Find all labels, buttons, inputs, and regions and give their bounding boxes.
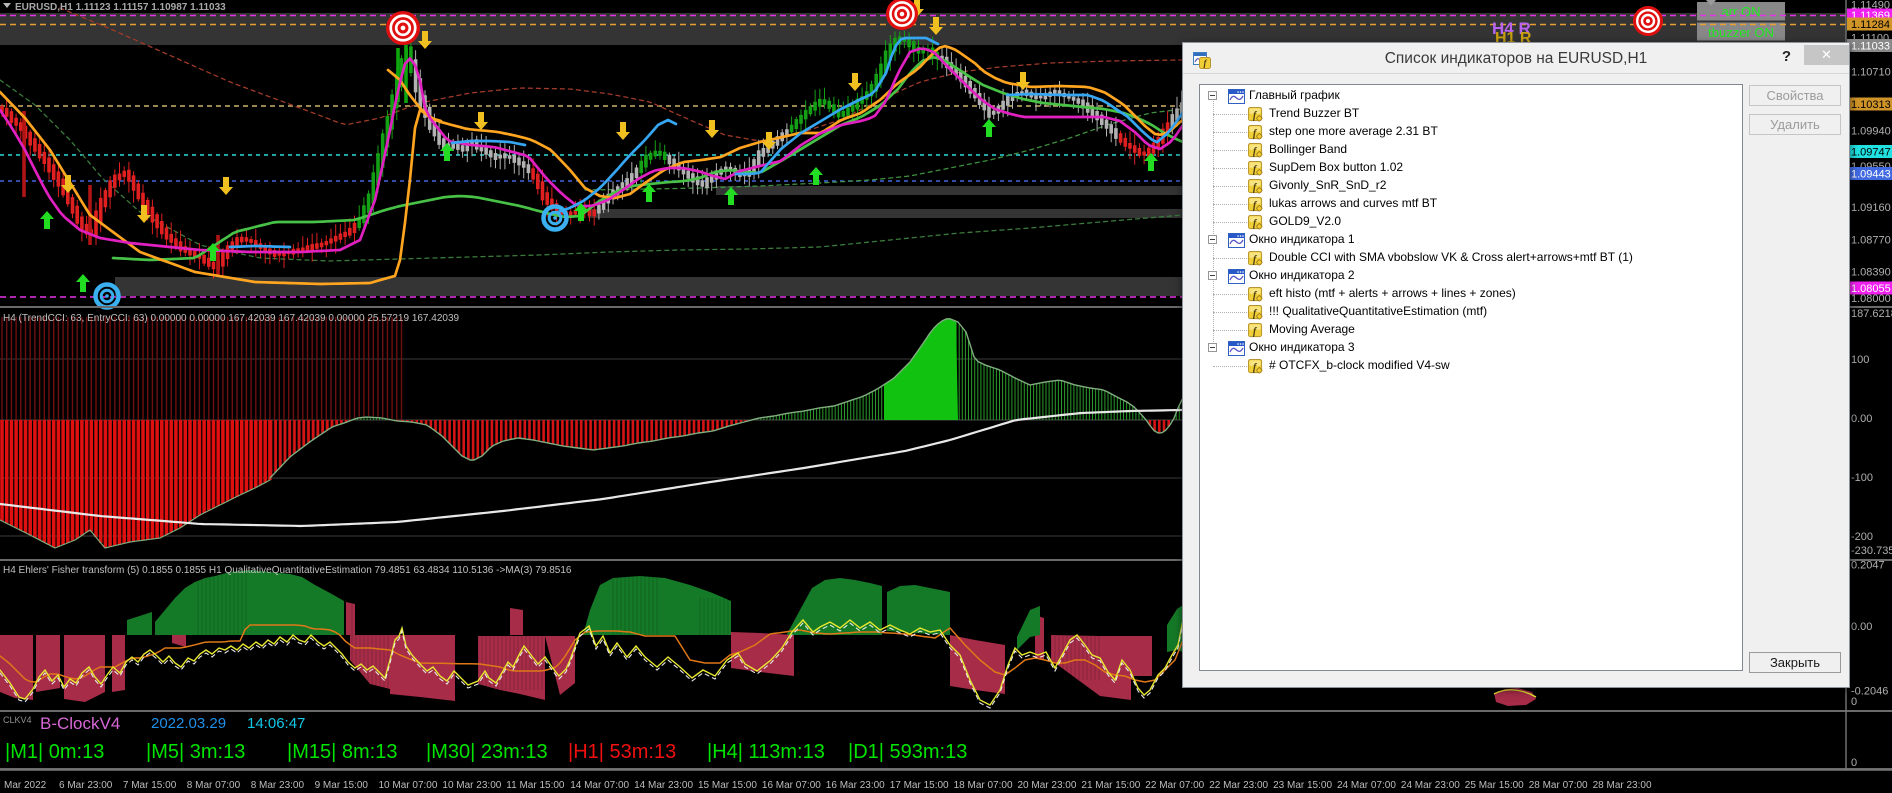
svg-text:0.2047: 0.2047 bbox=[1851, 560, 1885, 572]
svg-text:-100: -100 bbox=[1851, 472, 1873, 484]
svg-text:2022.03.29: 2022.03.29 bbox=[151, 715, 226, 732]
svg-text:23 Mar 15:00: 23 Mar 15:00 bbox=[1273, 780, 1332, 791]
svg-text:H4 Ehlers' Fisher transform (5: H4 Ehlers' Fisher transform (5) 0.1855 0… bbox=[3, 565, 572, 576]
svg-text:8 Mar 23:00: 8 Mar 23:00 bbox=[251, 780, 305, 791]
svg-text:20 Mar 23:00: 20 Mar 23:00 bbox=[1018, 780, 1077, 791]
svg-text:24 Mar 07:00: 24 Mar 07:00 bbox=[1337, 780, 1396, 791]
svg-text:10 Mar 23:00: 10 Mar 23:00 bbox=[442, 780, 501, 791]
svg-text:7 Mar 15:00: 7 Mar 15:00 bbox=[123, 780, 177, 791]
svg-text:21 Mar 15:00: 21 Mar 15:00 bbox=[1081, 780, 1140, 791]
svg-text:|M15| 8m:13: |M15| 8m:13 bbox=[287, 741, 397, 763]
svg-text:arr ON: arr ON bbox=[1722, 4, 1761, 19]
svg-text:22 Mar 23:00: 22 Mar 23:00 bbox=[1209, 780, 1268, 791]
svg-text:1.09747: 1.09747 bbox=[1851, 147, 1891, 159]
svg-text:H4 (TrendCCI: 63, EntryCCI: 63: H4 (TrendCCI: 63, EntryCCI: 63) 0.00000 … bbox=[3, 313, 460, 324]
svg-text:14:06:47: 14:06:47 bbox=[247, 715, 305, 732]
svg-text:9 Mar 15:00: 9 Mar 15:00 bbox=[315, 780, 369, 791]
svg-text:15 Mar 15:00: 15 Mar 15:00 bbox=[698, 780, 757, 791]
svg-text:1.08770: 1.08770 bbox=[1851, 235, 1891, 247]
svg-text:0: 0 bbox=[1851, 696, 1857, 708]
svg-text:100: 100 bbox=[1851, 354, 1869, 366]
svg-text:1.11284: 1.11284 bbox=[1851, 19, 1890, 31]
svg-text:18 Mar 07:00: 18 Mar 07:00 bbox=[954, 780, 1013, 791]
svg-text:1.08390: 1.08390 bbox=[1851, 267, 1891, 279]
svg-text:0.00: 0.00 bbox=[1851, 621, 1872, 633]
svg-text:16 Mar 07:00: 16 Mar 07:00 bbox=[762, 780, 821, 791]
svg-text:11 Mar 15:00: 11 Mar 15:00 bbox=[506, 780, 565, 791]
svg-text:Mar 2022: Mar 2022 bbox=[4, 780, 47, 791]
svg-text:25 Mar 15:00: 25 Mar 15:00 bbox=[1465, 780, 1524, 791]
svg-text:EURUSD,H1 1.11123 1.11157 1.1: EURUSD,H1 1.11123 1.11157 1.10987 1.1103… bbox=[15, 2, 226, 13]
svg-text:CLKV4: CLKV4 bbox=[3, 715, 32, 725]
svg-text:|M5| 3m:13: |M5| 3m:13 bbox=[146, 741, 245, 763]
svg-text:28 Mar 07:00: 28 Mar 07:00 bbox=[1529, 780, 1588, 791]
svg-text:|H4| 113m:13: |H4| 113m:13 bbox=[707, 741, 825, 763]
svg-text:0: 0 bbox=[1851, 757, 1857, 769]
svg-text:1.08000: 1.08000 bbox=[1851, 293, 1891, 305]
svg-text:1.09443: 1.09443 bbox=[1851, 169, 1891, 181]
svg-text:14 Mar 07:00: 14 Mar 07:00 bbox=[570, 780, 629, 791]
svg-text:1.09160: 1.09160 bbox=[1851, 202, 1891, 214]
svg-text:22 Mar 07:00: 22 Mar 07:00 bbox=[1145, 780, 1204, 791]
svg-text:B-ClockV4: B-ClockV4 bbox=[40, 714, 120, 733]
svg-text:-230.735: -230.735 bbox=[1851, 545, 1892, 557]
svg-text:-200: -200 bbox=[1851, 531, 1873, 543]
svg-text:|M1| 0m:13: |M1| 0m:13 bbox=[5, 741, 104, 763]
svg-text:24 Mar 23:00: 24 Mar 23:00 bbox=[1401, 780, 1460, 791]
svg-text:1.09940: 1.09940 bbox=[1851, 126, 1891, 138]
svg-text:0.00: 0.00 bbox=[1851, 413, 1872, 425]
svg-text:|M30| 23m:13: |M30| 23m:13 bbox=[426, 741, 548, 763]
svg-text:187.6218: 187.6218 bbox=[1851, 308, 1892, 320]
svg-text:6 Mar 23:00: 6 Mar 23:00 bbox=[59, 780, 113, 791]
svg-text:28 Mar 23:00: 28 Mar 23:00 bbox=[1593, 780, 1652, 791]
svg-text:16 Mar 23:00: 16 Mar 23:00 bbox=[826, 780, 885, 791]
svg-text:10 Mar 07:00: 10 Mar 07:00 bbox=[379, 780, 438, 791]
svg-text:17 Mar 15:00: 17 Mar 15:00 bbox=[890, 780, 949, 791]
svg-text:14 Mar 23:00: 14 Mar 23:00 bbox=[634, 780, 693, 791]
svg-text:1.10313: 1.10313 bbox=[1851, 99, 1891, 111]
svg-text:|D1| 593m:13: |D1| 593m:13 bbox=[848, 741, 967, 763]
svg-text:1.11033: 1.11033 bbox=[1851, 41, 1890, 53]
svg-text:1.10710: 1.10710 bbox=[1851, 67, 1891, 79]
svg-text:tbuzzer ON: tbuzzer ON bbox=[1708, 25, 1774, 40]
svg-text:8 Mar 07:00: 8 Mar 07:00 bbox=[187, 780, 241, 791]
svg-text:|H1| 53m:13: |H1| 53m:13 bbox=[568, 741, 676, 763]
